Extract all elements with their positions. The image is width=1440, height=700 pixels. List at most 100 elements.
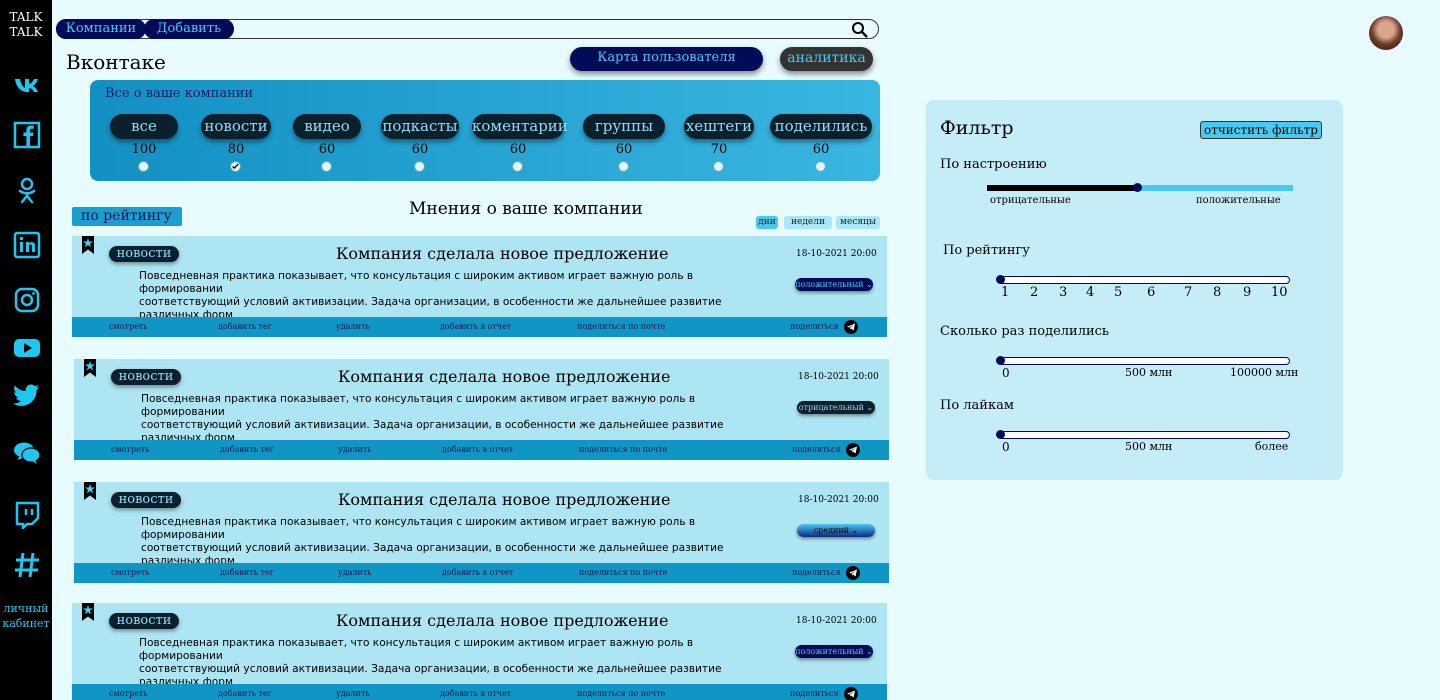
mood-select[interactable]: положительный ⌄ — [795, 645, 873, 658]
post-action-link[interactable]: добавить в отчет — [442, 568, 513, 577]
category-tab[interactable]: видео — [293, 114, 361, 139]
category-checkbox[interactable] — [512, 161, 523, 172]
mood-select[interactable]: положительный ⌄ — [795, 278, 873, 291]
period-days[interactable]: дни — [756, 216, 778, 229]
odnoklassniki-icon[interactable] — [12, 175, 42, 205]
post-action-link[interactable]: добавить в отчет — [440, 322, 511, 331]
post-action-link[interactable]: удалить — [338, 445, 372, 454]
category-tab[interactable]: хештеги — [684, 114, 754, 139]
telegram-icon[interactable] — [846, 443, 860, 457]
filter-panel: Фильтр отчистить фильтр По настроению от… — [926, 100, 1343, 480]
category-tab[interactable]: поделились — [770, 114, 872, 139]
period-months[interactable]: месяцы — [836, 216, 880, 229]
category-count: 60 — [411, 142, 429, 157]
post-action-link[interactable]: поделиться по почте — [579, 568, 667, 577]
bookmark-icon[interactable] — [84, 359, 96, 377]
telegram-icon[interactable] — [844, 687, 858, 700]
category-checkbox[interactable] — [414, 161, 425, 172]
rating-slider[interactable] — [996, 275, 1290, 284]
analytics-button[interactable]: аналитика — [780, 47, 873, 71]
telegram-icon[interactable] — [846, 566, 860, 580]
search-icon[interactable] — [851, 21, 869, 39]
post-action-link[interactable]: удалить — [336, 689, 370, 698]
bookmark-icon[interactable] — [82, 603, 94, 621]
post-action-link[interactable]: добавить тег — [218, 322, 272, 331]
mood-slider-thumb[interactable] — [1132, 183, 1142, 192]
mood-slider[interactable] — [987, 183, 1293, 192]
post-action-link[interactable]: добавить в отчет — [442, 445, 513, 454]
post-action-link[interactable]: поделиться по почте — [577, 689, 665, 698]
hashtag-icon[interactable] — [12, 550, 42, 580]
post-category-badge[interactable]: новости — [109, 246, 179, 262]
post-card: новости Компания сделала новое предложени… — [72, 603, 887, 700]
mood-positive-label: положительные — [1196, 195, 1281, 206]
period-weeks[interactable]: недели — [784, 216, 832, 229]
post-action-link[interactable]: поделиться — [790, 689, 839, 698]
post-category-badge[interactable]: новости — [111, 369, 181, 385]
youtube-icon[interactable] — [12, 333, 42, 363]
post-category-badge[interactable]: новости — [109, 613, 179, 629]
mood-select[interactable]: отрицательный ⌄ — [797, 401, 875, 414]
likes-slider-thumb[interactable] — [996, 430, 1005, 439]
post-action-link[interactable]: добавить в отчет — [440, 689, 511, 698]
post-action-link[interactable]: добавить тег — [220, 445, 274, 454]
category-checkbox[interactable] — [713, 161, 724, 172]
post-action-link[interactable]: поделиться — [790, 322, 839, 331]
avatar[interactable] — [1369, 16, 1403, 50]
logo-line-1: TALK — [9, 10, 43, 24]
logo[interactable]: TALK TALK — [0, 10, 52, 40]
personal-cabinet-link[interactable]: личный кабинет — [0, 601, 52, 631]
instagram-icon[interactable] — [12, 285, 42, 315]
category-tab[interactable]: новости — [201, 114, 271, 139]
twitch-icon[interactable] — [12, 500, 42, 530]
sort-by-rating-button[interactable]: по рейтингу — [72, 207, 182, 226]
category-checkbox[interactable] — [815, 161, 826, 172]
rating-tick: 5 — [1114, 285, 1123, 300]
post-action-link[interactable]: смотреть — [109, 322, 148, 331]
chat-icon[interactable] — [12, 437, 42, 467]
post-action-link[interactable]: удалить — [336, 322, 370, 331]
shares-slider[interactable] — [996, 356, 1290, 365]
mood-select-value: положительный — [795, 647, 864, 656]
category-count: 60 — [812, 142, 830, 157]
categories-title: Все о ваше компании — [105, 86, 254, 101]
rating-slider-thumb[interactable] — [996, 275, 1005, 284]
post-action-link[interactable]: удалить — [338, 568, 372, 577]
post-action-link[interactable]: добавить тег — [218, 689, 272, 698]
category-tab[interactable]: все — [110, 114, 178, 139]
post-action-link[interactable]: поделиться по почте — [579, 445, 667, 454]
post-card: новости Компания сделала новое предложени… — [74, 482, 889, 583]
clear-filter-button[interactable]: отчистить фильтр — [1200, 121, 1322, 139]
category-checkbox[interactable] — [321, 161, 332, 172]
bookmark-icon[interactable] — [82, 236, 94, 254]
category-tab[interactable]: коментарии — [472, 114, 568, 139]
mood-select-value: средний — [813, 526, 849, 535]
linkedin-icon[interactable] — [12, 230, 42, 260]
vk-icon[interactable] — [12, 70, 42, 100]
bookmark-icon[interactable] — [84, 482, 96, 500]
telegram-icon[interactable] — [844, 320, 858, 334]
category-tab[interactable]: группы — [583, 114, 665, 139]
mood-select[interactable]: средний ⌄ — [797, 524, 875, 537]
shares-slider-thumb[interactable] — [996, 356, 1005, 365]
tab-add[interactable]: Добавить — [144, 19, 234, 39]
post-action-link[interactable]: смотреть — [111, 445, 150, 454]
twitter-icon[interactable] — [12, 380, 42, 410]
category-checkbox[interactable] — [618, 161, 629, 172]
post-action-link[interactable]: поделиться — [792, 445, 841, 454]
post-action-link[interactable]: поделиться — [792, 568, 841, 577]
post-category-badge[interactable]: новости — [111, 492, 181, 508]
category-checkbox[interactable] — [230, 161, 241, 172]
user-map-button[interactable]: Карта пользователя — [570, 47, 763, 71]
facebook-icon[interactable] — [12, 120, 42, 150]
post-action-link[interactable]: поделиться по почте — [577, 322, 665, 331]
category-tab[interactable]: подкасты — [381, 114, 459, 139]
shares-tick-max: 100000 млн — [1230, 366, 1299, 379]
tab-companies[interactable]: Компании — [56, 19, 146, 39]
post-action-link[interactable]: смотреть — [109, 689, 148, 698]
category-checkbox[interactable] — [138, 161, 149, 172]
likes-slider[interactable] — [996, 430, 1290, 439]
page-title: Вконтаке — [66, 50, 166, 74]
post-action-link[interactable]: смотреть — [111, 568, 150, 577]
post-action-link[interactable]: добавить тег — [220, 568, 274, 577]
